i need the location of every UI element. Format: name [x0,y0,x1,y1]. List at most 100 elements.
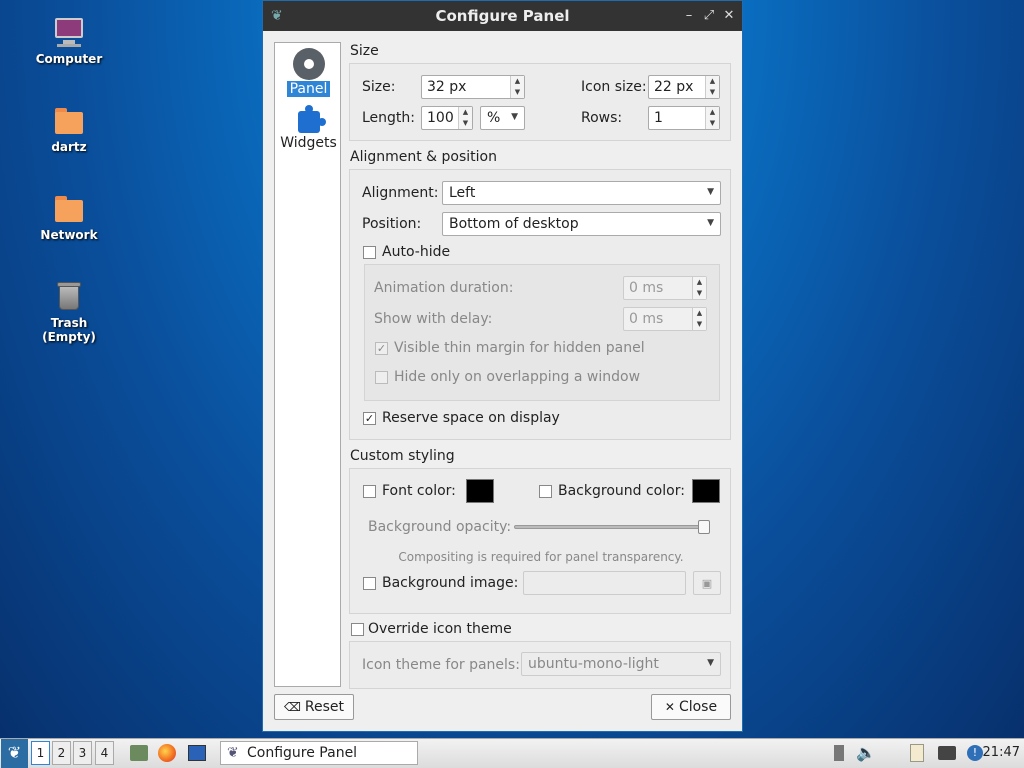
window-titlebar[interactable]: ❦ Configure Panel – ⤢ ✕ [263,1,742,31]
file-manager-icon [130,745,148,761]
thin-margin-checkbox[interactable]: ✓ [375,342,388,355]
font-color-checkbox[interactable] [363,485,376,498]
spin-arrows-icon[interactable]: ▲ ▼ [692,277,706,299]
volume-tray[interactable]: 🔈 [856,741,876,765]
icon-theme-select[interactable]: ubuntu-mono-light ▼ [521,652,721,676]
position-value: Bottom of desktop [449,216,579,232]
slider-handle[interactable] [698,520,710,534]
workspace-3[interactable]: 3 [73,741,92,765]
desktop-icon-label: Computer [35,52,103,66]
home-folder-icon [53,104,85,136]
workspace-label: 3 [78,746,87,760]
overlap-checkbox[interactable] [375,371,388,384]
alignment-value: Left [449,185,476,201]
reset-button[interactable]: ⌫ Reset [274,694,354,720]
alignment-group: Alignment: Left ▼ Position: Bottom of de… [349,169,731,440]
icon-size-spinbox[interactable]: 22 px ▲ ▼ [648,75,720,99]
workspace-4[interactable]: 4 [95,741,114,765]
icon-theme-group: Icon theme for panels: ubuntu-mono-light… [349,641,731,689]
background-image-label: Background image: [382,575,519,591]
size-section-title: Size [350,43,379,59]
file-manager-launcher[interactable] [128,741,150,765]
rows-value: 1 [654,110,663,126]
position-select[interactable]: Bottom of desktop ▼ [442,212,721,236]
close-icon[interactable]: ✕ [721,7,737,25]
animation-duration-spinbox[interactable]: 0 ms ▲ ▼ [623,276,707,300]
show-delay-spinbox[interactable]: 0 ms ▲ ▼ [623,307,707,331]
overlap-label: Hide only on overlapping a window [394,369,641,385]
spin-arrows-icon[interactable]: ▲ ▼ [705,76,719,98]
rows-spinbox[interactable]: 1 ▲ ▼ [648,106,720,130]
icon-size-label: Icon size: [581,79,647,95]
size-label: Size: [362,79,396,95]
chevron-down-icon: ▼ [707,658,714,668]
gear-icon [294,51,324,81]
reset-button-label: Reset [304,699,345,715]
desktop-icon-network[interactable]: Network [24,192,114,242]
compositing-note: Compositing is required for panel transp… [398,550,684,564]
volume-icon: 🔈 [856,743,876,762]
background-image-field[interactable] [523,571,686,595]
configure-panel-window: ❦ Configure Panel – ⤢ ✕ Panel Widgets Si… [262,0,743,732]
network-tray[interactable] [936,741,958,765]
desktop-icon-label: Network [40,228,98,242]
info-icon: ! [967,745,983,761]
workspace-label: 4 [100,746,109,760]
desktop-icon-trash[interactable]: Trash (Empty) [24,280,114,344]
maximize-icon[interactable]: ⤢ [701,7,717,25]
autohide-checkbox[interactable] [363,246,376,259]
background-image-checkbox[interactable] [363,577,376,590]
thin-margin-label: Visible thin margin for hidden panel [394,340,645,356]
background-opacity-slider[interactable] [514,525,710,529]
sidebar-item-panel[interactable]: Panel [275,49,342,97]
size-spinbox[interactable]: 32 px ▲ ▼ [421,75,525,99]
browse-image-button[interactable]: ▣ [693,571,721,595]
desktop-icon-computer[interactable]: Computer [24,16,114,66]
backspace-icon: ⌫ [283,700,301,714]
show-delay-label: Show with delay: [374,311,493,327]
spin-arrows-icon[interactable]: ▲ ▼ [458,107,472,129]
firefox-launcher[interactable] [156,741,178,765]
position-label: Position: [362,216,422,232]
custom-styling-section-title: Custom styling [350,448,455,464]
show-desktop-button[interactable] [186,741,208,765]
override-icon-theme-label: Override icon theme [368,621,512,637]
workspace-label: 1 [36,746,45,760]
reserve-space-checkbox[interactable]: ✓ [363,412,376,425]
alignment-select[interactable]: Left ▼ [442,181,721,205]
puzzle-icon [294,105,326,135]
sidebar-item-widgets[interactable]: Widgets [275,105,342,151]
workspace-2[interactable]: 2 [52,741,71,765]
alignment-section-title: Alignment & position [350,149,497,165]
length-label: Length: [362,110,416,126]
clock[interactable]: 21:47 [983,745,1020,760]
task-configure-panel[interactable]: ❦ Configure Panel [220,741,418,765]
spin-arrows-icon[interactable]: ▲ ▼ [510,76,524,98]
desktop-icon-dartz[interactable]: dartz [24,104,114,154]
length-unit-select[interactable]: % ▼ [480,106,525,130]
override-icon-theme-checkbox[interactable] [351,623,364,636]
autohide-label: Auto-hide [382,244,451,260]
length-spinbox[interactable]: 100 ▲ ▼ [421,106,473,130]
background-opacity-label: Background opacity: [368,519,512,535]
custom-styling-group: Font color: Background color: Background… [349,468,731,614]
close-button[interactable]: ✕ Close [651,694,731,720]
icon-theme-value: ubuntu-mono-light [528,656,659,672]
desktop-icon-label: dartz [51,140,87,154]
workspace-1[interactable]: 1 [31,741,50,765]
trash-icon [53,280,85,312]
minimize-icon[interactable]: – [681,7,697,25]
spin-arrows-icon[interactable]: ▲ ▼ [705,107,719,129]
clipboard-tray[interactable] [906,741,928,765]
removable-media-tray[interactable] [830,741,848,765]
size-group: Size: 32 px ▲ ▼ Icon size: 22 px ▲ ▼ Lengt… [349,63,731,141]
start-menu-button[interactable]: ❦ [1,739,28,768]
window-title: Configure Panel [435,7,570,25]
background-color-swatch[interactable] [692,479,720,503]
background-color-checkbox[interactable] [539,485,552,498]
sidebar-item-label: Widgets [280,135,337,151]
font-color-swatch[interactable] [466,479,494,503]
workspace-label: 2 [57,746,66,760]
spin-arrows-icon[interactable]: ▲ ▼ [692,308,706,330]
chevron-down-icon: ▼ [707,218,714,228]
